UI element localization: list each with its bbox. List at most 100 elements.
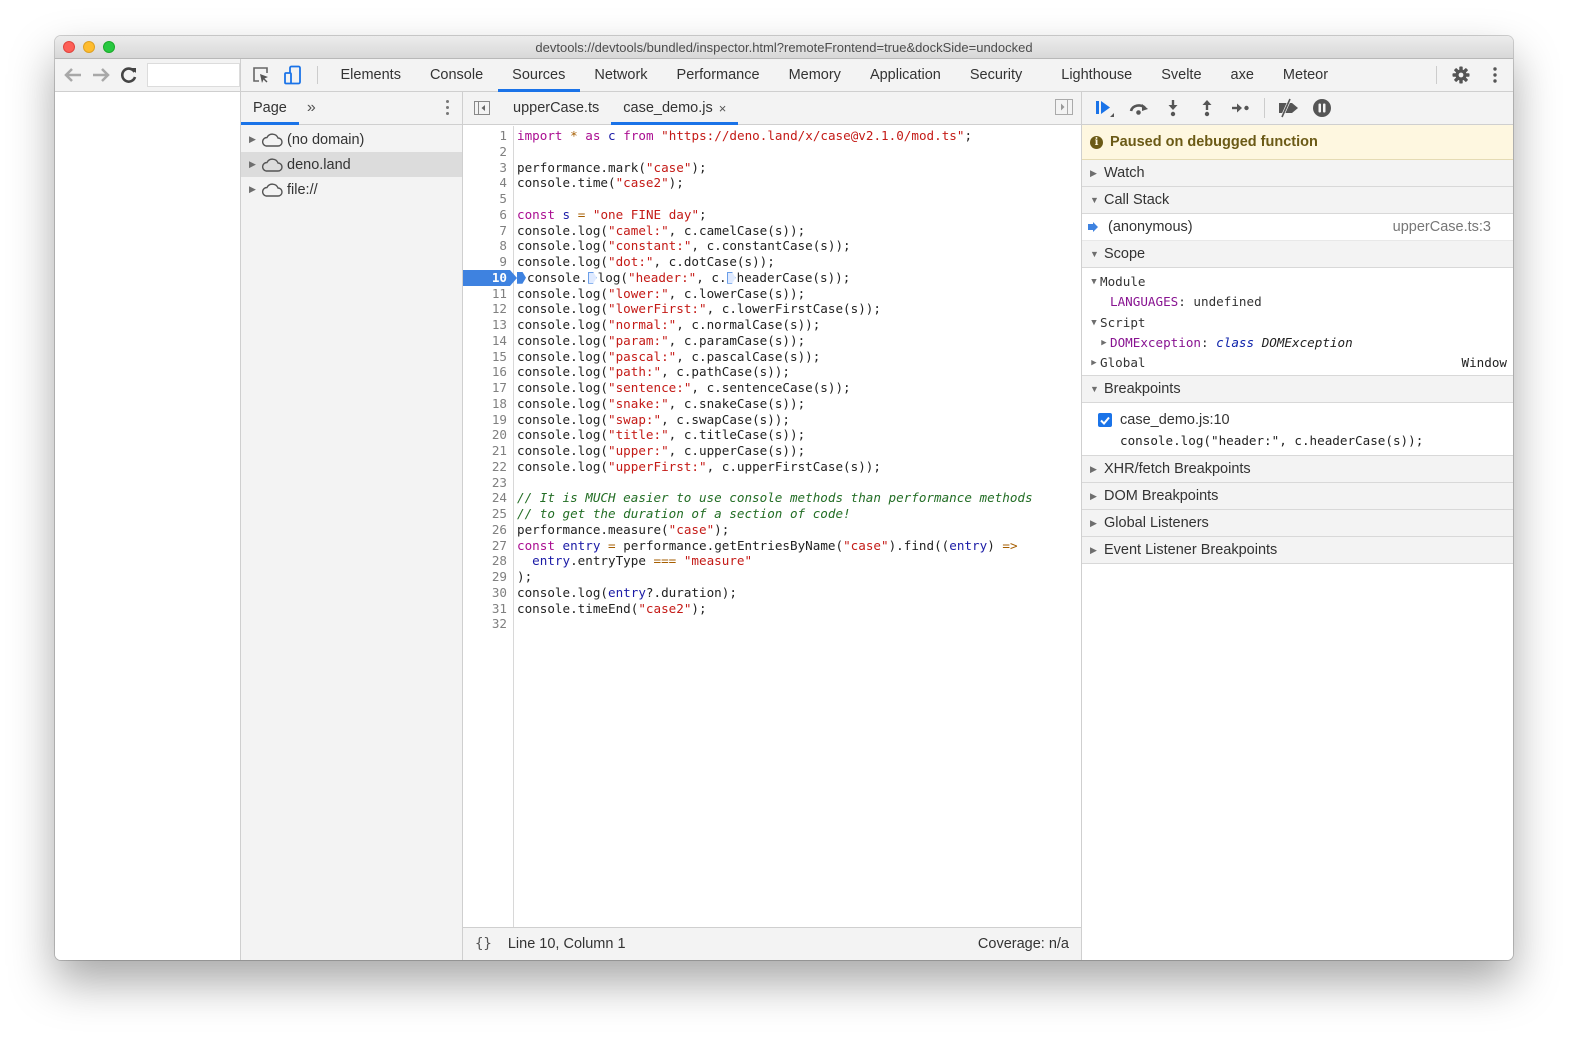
maximize-window-button[interactable] [103,41,115,53]
tab-security[interactable]: Security [955,59,1036,91]
line-number[interactable]: 9 [463,254,510,270]
tab-memory[interactable]: Memory [774,59,855,91]
navigator-tab-page[interactable]: Page [241,92,299,125]
line-number[interactable]: 20 [463,427,510,443]
line-number[interactable]: 3 [463,160,510,176]
tab-elements[interactable]: Elements [326,59,415,91]
pause-on-exceptions-button[interactable] [1305,95,1339,121]
line-number[interactable]: 11 [463,286,510,302]
resume-button[interactable] [1088,95,1122,121]
line-number[interactable]: 2 [463,144,510,160]
tree-item-file[interactable]: ▶ file:// [241,177,462,202]
back-button[interactable] [61,63,85,87]
toggle-navigator-button[interactable] [463,92,501,124]
code-line[interactable]: 22 console.log("upperFirst:", c.upperFirs… [463,459,1081,475]
tree-item-no-domain[interactable]: ▶ (no domain) [241,127,462,152]
tab-svelte[interactable]: Svelte [1147,59,1216,91]
editor-tab-uppercase-ts[interactable]: upperCase.ts [501,92,611,124]
line-number-breakpoint[interactable]: 10 [463,269,517,286]
code-line[interactable]: 31 console.timeEnd("case2"); [463,601,1081,617]
code-line[interactable]: 17 console.log("sentence:", c.sentenceCas… [463,380,1081,396]
code-line[interactable]: 8 console.log("constant:", c.constantCase… [463,238,1081,254]
line-number[interactable]: 5 [463,191,510,207]
tab-performance[interactable]: Performance [662,59,774,91]
tab-lighthouse[interactable]: Lighthouse [1047,59,1147,91]
line-number[interactable]: 14 [463,333,510,349]
code-line[interactable]: 21 console.log("upper:", c.upperCase(s)); [463,443,1081,459]
scope-property[interactable]: LANGUAGES: undefined [1082,292,1513,312]
scope-property[interactable]: ▶ DOMException: class DOMException [1082,333,1513,353]
code-line[interactable]: 19 console.log("swap:", c.swapCase(s)); [463,412,1081,428]
code-line[interactable]: 23 [463,475,1081,491]
step-into-button[interactable] [1156,95,1190,121]
code-area[interactable]: 1 import * as c from "https://deno.land/x… [463,126,1081,927]
tab-meteor[interactable]: Meteor [1268,59,1342,91]
more-options-button[interactable] [1477,59,1513,91]
breakpoint-checkbox[interactable] [1098,413,1112,428]
code-line[interactable]: 9 console.log("dot:", c.dotCase(s)); [463,254,1081,270]
step-button[interactable] [1224,95,1258,121]
code-line[interactable]: 32 [463,616,1081,632]
code-line[interactable]: 20 console.log("title:", c.titleCase(s)); [463,427,1081,443]
tab-network[interactable]: Network [580,59,662,91]
code-line[interactable]: 14 console.log("param:", c.paramCase(s)); [463,333,1081,349]
code-line[interactable]: 16 console.log("path:", c.pathCase(s)); [463,364,1081,380]
line-number[interactable]: 28 [463,553,510,569]
navigator-menu-button[interactable] [444,98,450,118]
code-line[interactable]: 2 [463,144,1081,160]
line-number[interactable]: 25 [463,506,510,522]
tree-item-deno-land[interactable]: ▶ deno.land [241,152,462,177]
code-line[interactable]: 6 const s = "one FINE day"; [463,207,1081,223]
scope-script[interactable]: ▼ Script [1082,313,1513,333]
scope-module[interactable]: ▼ Module [1082,272,1513,292]
code-line[interactable]: 7 console.log("camel:", c.camelCase(s)); [463,223,1081,239]
inline-breakpoint-icon[interactable] [517,271,526,284]
section-call-stack[interactable]: ▼ Call Stack [1082,187,1513,214]
forward-button[interactable] [89,63,113,87]
code-line[interactable]: 13 console.log("normal:", c.normalCase(s)… [463,317,1081,333]
line-number[interactable]: 7 [463,223,510,239]
section-dom-breakpoints[interactable]: ▶ DOM Breakpoints [1082,483,1513,511]
line-number[interactable]: 19 [463,412,510,428]
close-window-button[interactable] [63,41,75,53]
reload-button[interactable] [117,63,141,87]
line-number[interactable]: 26 [463,522,510,538]
line-number[interactable]: 17 [463,380,510,396]
section-global-listeners[interactable]: ▶ Global Listeners [1082,510,1513,538]
line-number[interactable]: 6 [463,207,510,223]
code-line[interactable]: 28 entry.entryType === "measure" [463,553,1081,569]
code-line[interactable]: 30 console.log(entry?.duration); [463,585,1081,601]
inspect-element-button[interactable] [245,59,277,91]
navigator-more-tabs-button[interactable]: » [299,92,324,124]
breakpoint-item[interactable]: case_demo.js:10 [1098,409,1513,431]
line-number[interactable]: 4 [463,175,510,191]
call-frame[interactable]: (anonymous) upperCase.ts:3 [1082,214,1513,241]
code-line[interactable]: 27 const entry = performance.getEntriesBy… [463,538,1081,554]
line-number[interactable]: 12 [463,301,510,317]
tab-axe[interactable]: axe [1216,59,1268,91]
code-line[interactable]: 25 // to get the duration of a section of… [463,506,1081,522]
settings-button[interactable] [1445,59,1477,91]
code-line[interactable]: 3 performance.mark("case"); [463,160,1081,176]
tab-sources[interactable]: Sources [497,59,581,92]
section-xhr-breakpoints[interactable]: ▶ XHR/fetch Breakpoints [1082,456,1513,484]
code-line-current[interactable]: 10 console. log("header:", c. headerCase(s)… [463,269,1081,286]
line-number[interactable]: 18 [463,396,510,412]
code-line[interactable]: 12 console.log("lowerFirst:", c.lowerFirs… [463,301,1081,317]
section-event-listener-breakpoints[interactable]: ▶ Event Listener Breakpoints [1082,537,1513,565]
call-frame-location[interactable]: upperCase.ts:3 [1393,219,1491,235]
code-line[interactable]: 1 import * as c from "https://deno.land/x… [463,128,1081,144]
scope-global[interactable]: ▶ Global Window [1082,353,1513,373]
section-watch[interactable]: ▶ Watch [1082,160,1513,187]
line-number[interactable]: 24 [463,490,510,506]
line-number[interactable]: 23 [463,475,510,491]
pretty-print-button[interactable]: {} [475,936,492,952]
code-line[interactable]: 24 // It is MUCH easier to use console me… [463,490,1081,506]
step-over-button[interactable] [1122,95,1156,121]
line-number[interactable]: 31 [463,601,510,617]
device-toolbar-button[interactable] [277,59,309,91]
editor-tab-case-demo-js[interactable]: case_demo.js × [611,92,739,125]
deactivate-breakpoints-button[interactable] [1271,95,1305,121]
tab-console[interactable]: Console [415,59,497,91]
url-input[interactable] [146,63,241,87]
